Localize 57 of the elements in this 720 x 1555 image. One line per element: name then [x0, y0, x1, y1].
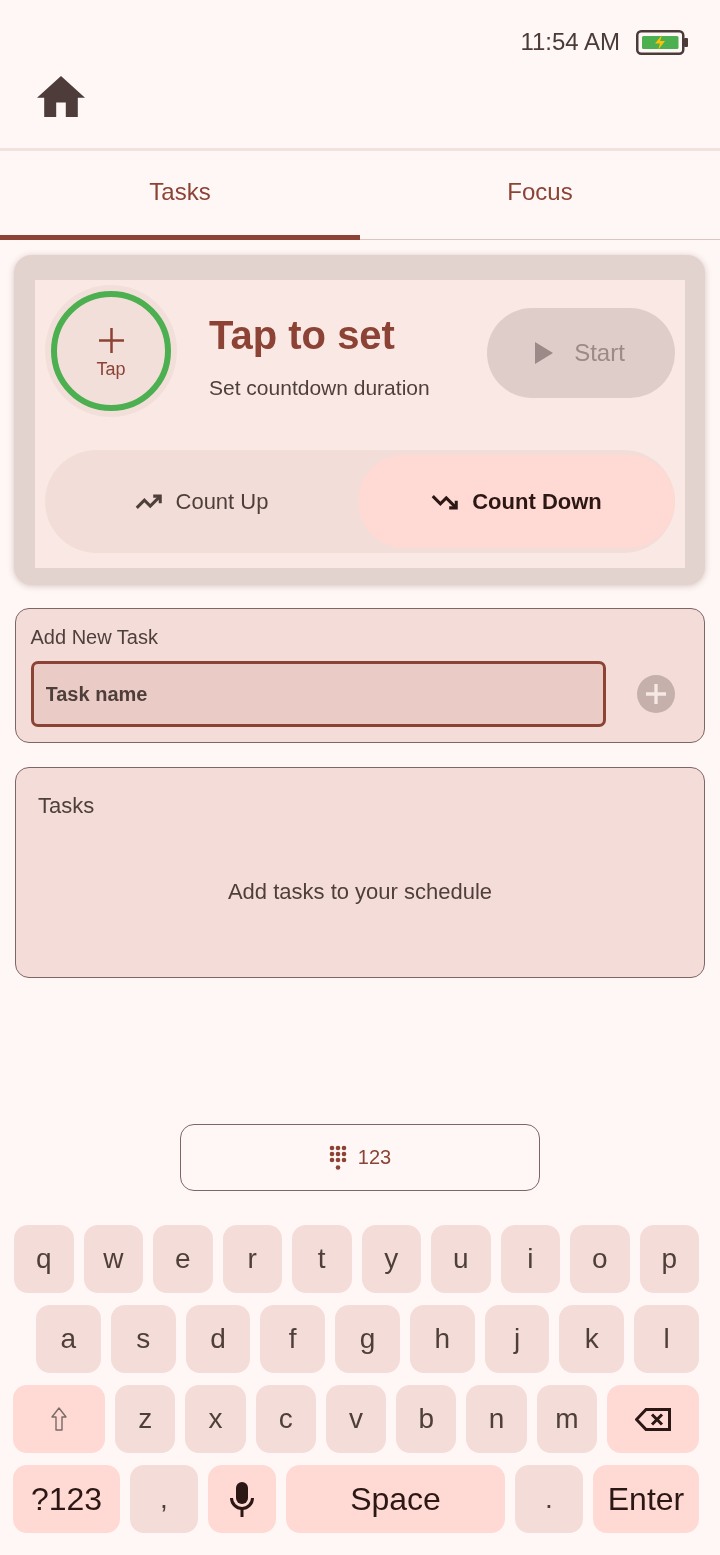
status-time: 11:54 AM — [520, 28, 620, 56]
number-pad-button[interactable]: 123 — [180, 1124, 540, 1191]
timer-title: Tap to set — [209, 313, 396, 357]
key[interactable]: . — [515, 1465, 583, 1533]
key[interactable]: w — [83, 1225, 143, 1293]
key[interactable]: l — [634, 1305, 700, 1373]
key[interactable]: k — [559, 1305, 625, 1373]
play-icon — [535, 342, 554, 364]
symbols-key[interactable]: ?123 — [13, 1465, 120, 1533]
key[interactable]: g — [335, 1305, 400, 1373]
card-title: Tasks — [38, 794, 95, 818]
key[interactable]: , — [130, 1465, 198, 1533]
key[interactable]: h — [409, 1305, 475, 1373]
key[interactable]: x — [185, 1385, 246, 1453]
key[interactable]: v — [325, 1385, 387, 1453]
key[interactable]: m — [536, 1385, 597, 1453]
enter-key[interactable]: Enter — [593, 1465, 699, 1533]
tab[interactable]: Tasks — [0, 151, 360, 240]
key[interactable]: q — [14, 1225, 74, 1293]
key[interactable]: o — [570, 1225, 630, 1293]
timer-subtitle: Set countdown duration — [209, 375, 430, 401]
backspace-key[interactable] — [606, 1385, 699, 1453]
mode-option[interactable]: Count Down — [358, 455, 675, 548]
backspace-icon — [634, 1407, 671, 1431]
space-key[interactable]: Space — [286, 1465, 505, 1533]
key[interactable]: p — [639, 1225, 699, 1293]
shift-icon — [51, 1407, 67, 1431]
key[interactable]: f — [260, 1305, 326, 1373]
trend-up-icon — [134, 493, 162, 510]
key[interactable]: t — [292, 1225, 352, 1293]
key[interactable]: r — [222, 1225, 282, 1293]
key[interactable]: s — [110, 1305, 176, 1373]
plus-icon — [646, 684, 666, 704]
task-name-field[interactable]: Task name — [30, 661, 606, 727]
key[interactable]: c — [255, 1385, 316, 1453]
timer-dial-button[interactable]: Tap — [45, 285, 177, 417]
trend-down-icon — [431, 493, 459, 510]
key[interactable]: i — [500, 1225, 560, 1293]
key[interactable]: e — [153, 1225, 213, 1293]
microphone-key[interactable] — [208, 1465, 276, 1533]
key[interactable]: a — [36, 1305, 101, 1373]
key[interactable]: z — [115, 1385, 176, 1453]
card-title: Add New Task — [30, 625, 158, 649]
key[interactable]: y — [361, 1225, 421, 1293]
key[interactable]: b — [396, 1385, 457, 1453]
mode-option[interactable]: Count Up — [45, 455, 358, 548]
tab[interactable]: Focus — [360, 151, 720, 240]
key[interactable]: j — [484, 1305, 550, 1373]
key[interactable]: n — [466, 1385, 527, 1453]
empty-list-message: Add tasks to your schedule — [227, 878, 493, 905]
dialpad-icon — [328, 1144, 347, 1171]
key[interactable]: d — [185, 1305, 251, 1373]
home-icon[interactable] — [37, 76, 85, 117]
plus-icon — [98, 328, 124, 353]
key[interactable]: u — [431, 1225, 491, 1293]
microphone-icon — [230, 1481, 254, 1517]
battery-charging-icon — [636, 29, 688, 55]
